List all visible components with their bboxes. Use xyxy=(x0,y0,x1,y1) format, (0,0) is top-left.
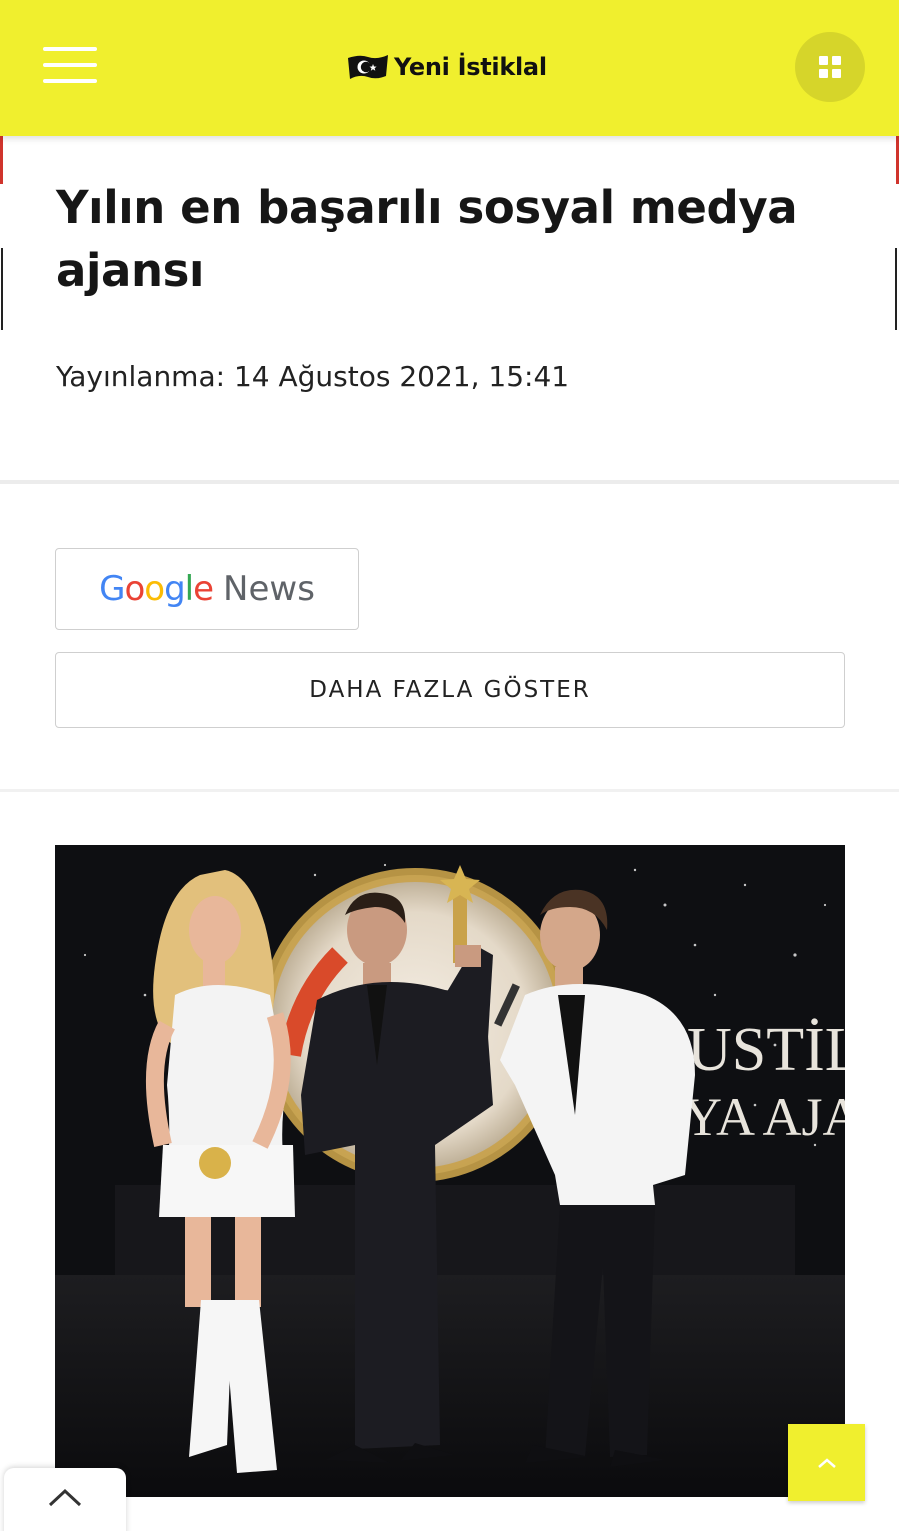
google-news-button[interactable]: Google News xyxy=(55,548,359,630)
chevron-up-icon xyxy=(817,1457,836,1468)
stage-text: YA AJAN xyxy=(683,1087,845,1147)
site-logo[interactable]: Yeni İstiklal xyxy=(346,50,547,84)
grid-apps-icon xyxy=(819,56,841,78)
stage-text: USTİLİ xyxy=(687,1016,845,1084)
section-divider xyxy=(0,789,899,792)
article-title: Yılın en başarılı sosyal medya ajansı xyxy=(56,181,798,297)
publish-date: Yayınlanma: 14 Ağustos 2021, 15:41 xyxy=(56,360,570,393)
article-image: USTİLİ YA AJAN xyxy=(55,845,845,1497)
page-edge-line xyxy=(1,248,3,330)
grid-apps-button[interactable] xyxy=(795,32,865,102)
site-name: Yeni İstiklal xyxy=(394,53,547,81)
show-more-button[interactable]: DAHA FAZLA GÖSTER xyxy=(55,652,845,728)
bottom-collapse-tab[interactable] xyxy=(4,1468,126,1531)
page-edge-line xyxy=(895,248,897,330)
turkish-flag-icon xyxy=(348,55,388,79)
google-logo-text: Google xyxy=(99,569,214,609)
google-news-label: News xyxy=(223,569,315,609)
award-ceremony-photo: USTİLİ YA AJAN xyxy=(55,845,845,1497)
section-divider xyxy=(0,480,899,484)
page-edge-accent xyxy=(0,136,3,184)
back-to-top-button[interactable] xyxy=(788,1424,865,1501)
chevron-up-icon xyxy=(48,1488,82,1507)
site-header: Yeni İstiklal xyxy=(0,0,899,136)
hamburger-menu-icon[interactable] xyxy=(43,47,97,87)
